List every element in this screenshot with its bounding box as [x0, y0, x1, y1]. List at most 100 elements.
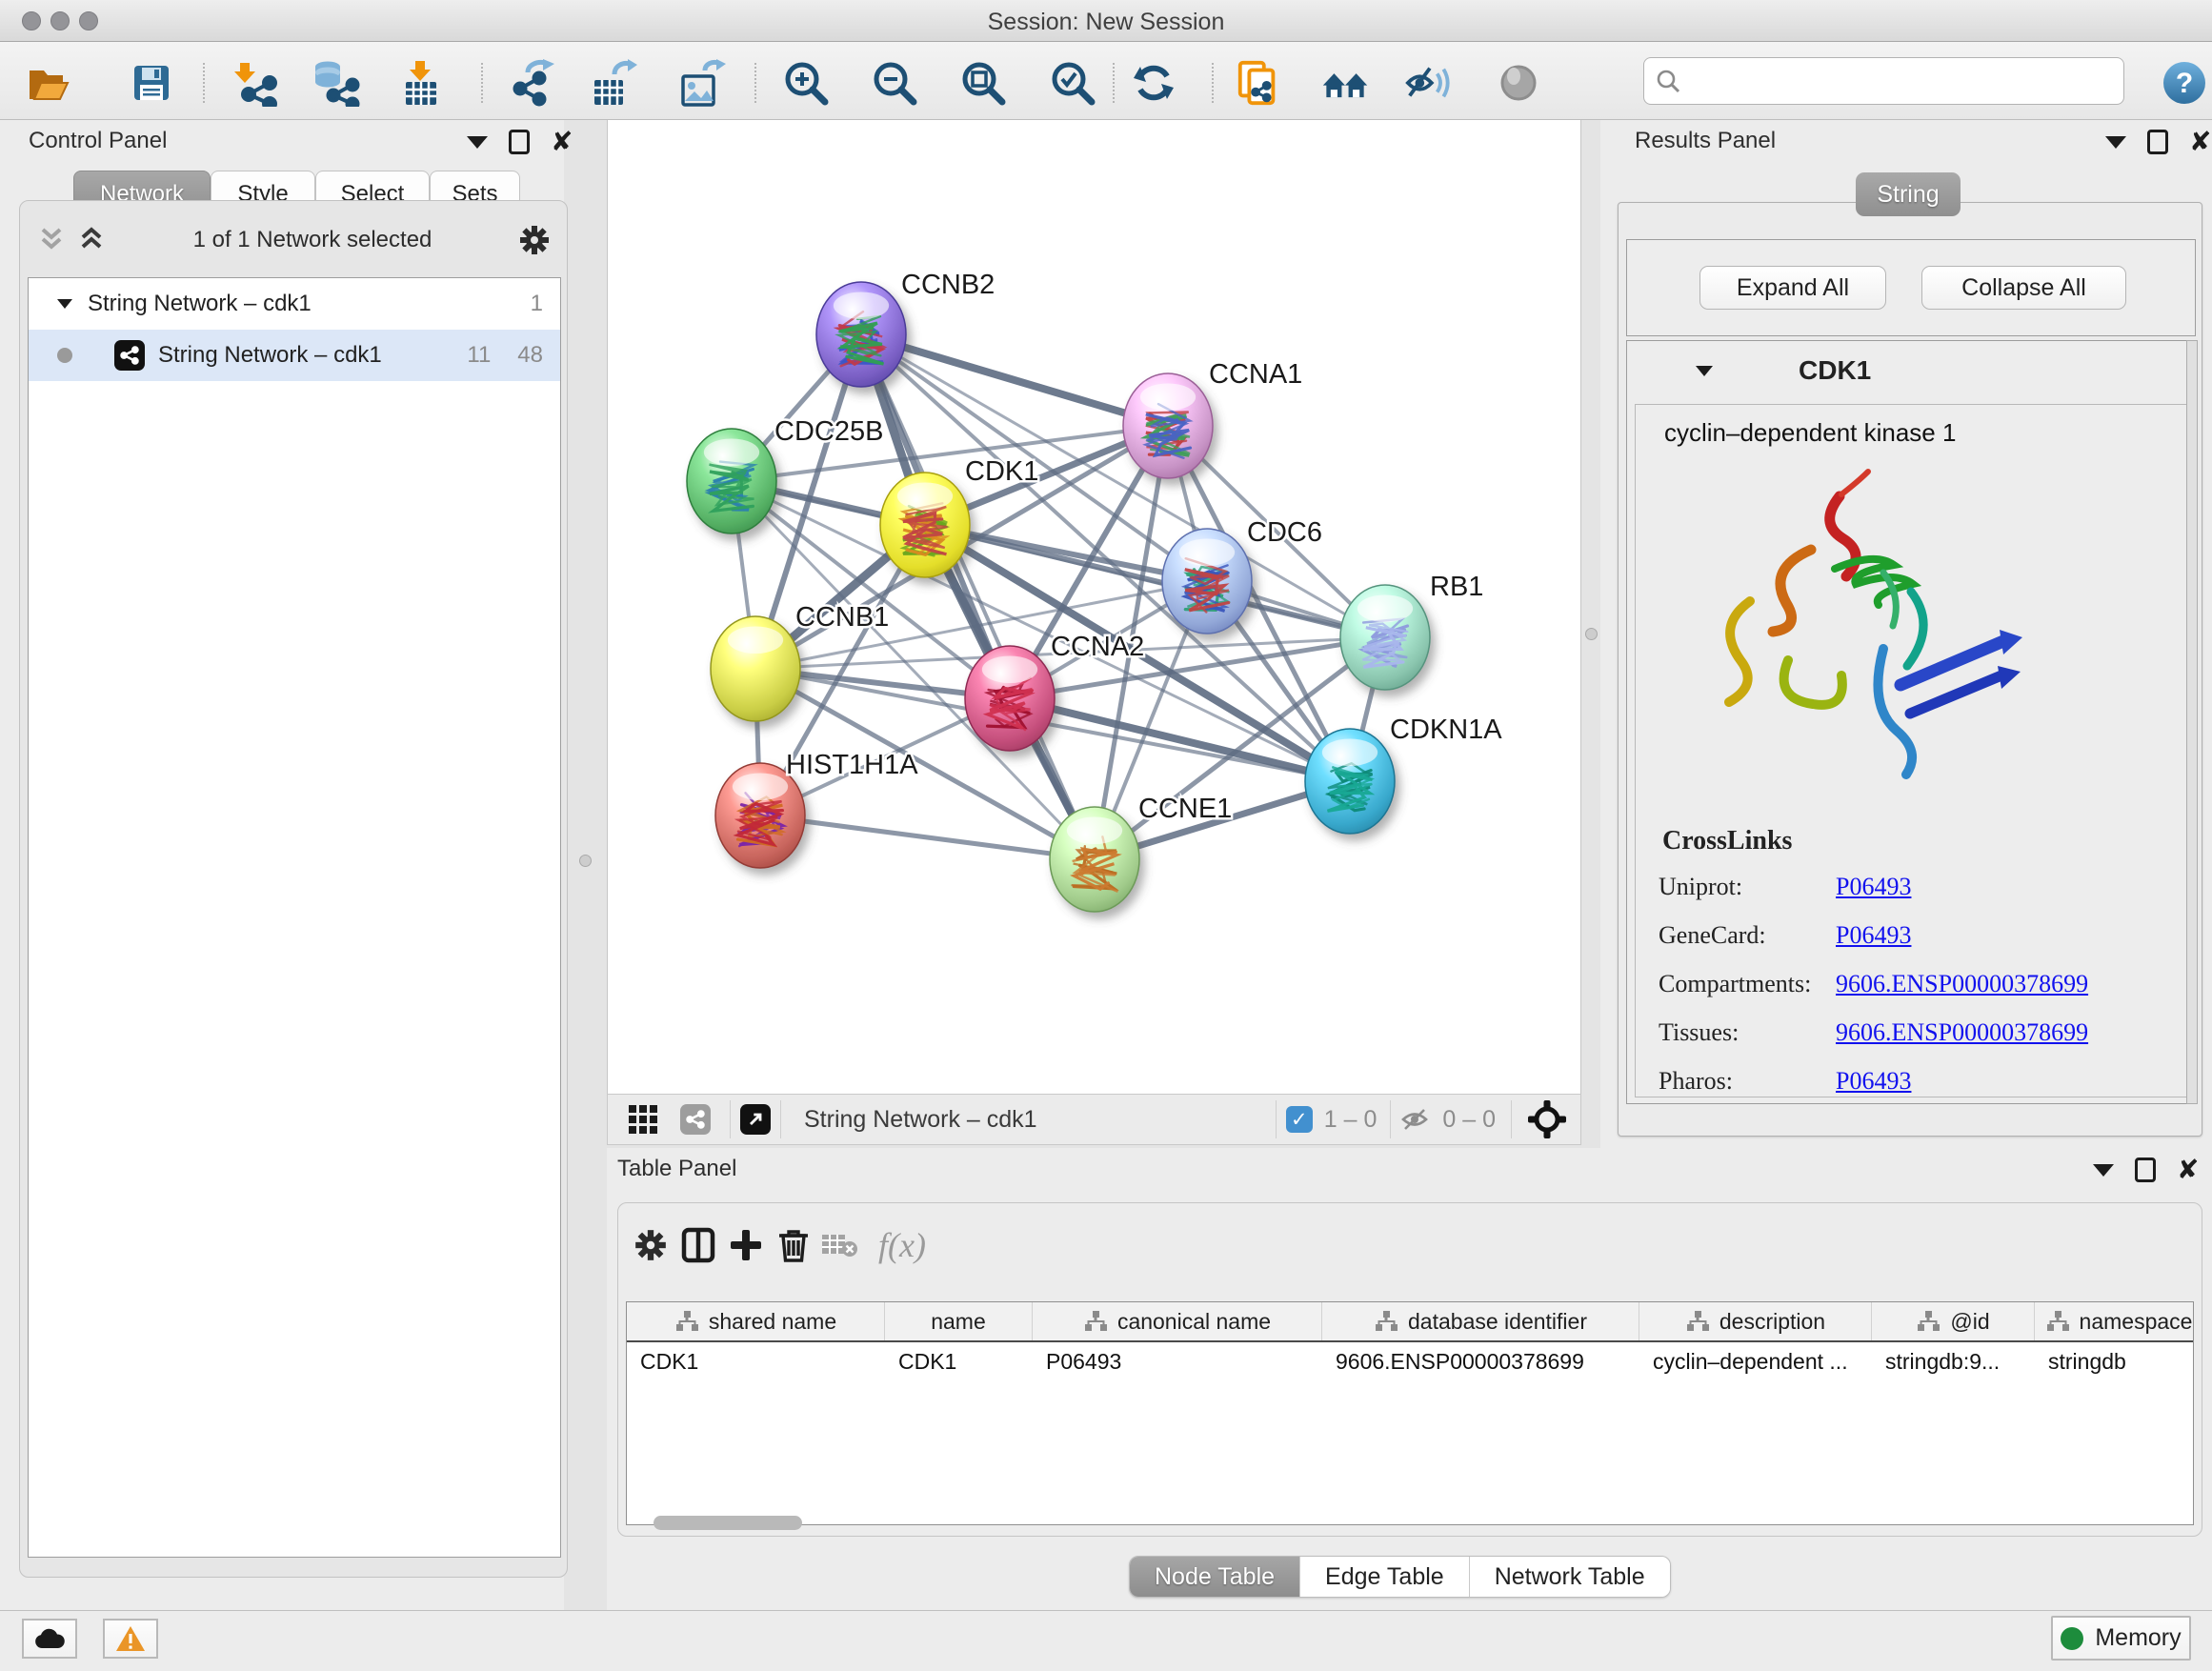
search-input[interactable]	[1690, 68, 2112, 94]
zoom-in-icon[interactable]	[782, 59, 830, 107]
export-table-icon[interactable]	[590, 59, 637, 107]
selected-count-checkbox[interactable]: ✓	[1286, 1106, 1313, 1133]
gene-section-body: cyclin–dependent kinase 1	[1635, 404, 2189, 1097]
fit-content-crosshair-icon[interactable]	[1527, 1099, 1567, 1139]
table-header-row: shared namenamecanonical namedatabase id…	[627, 1302, 2193, 1342]
expand-all-button[interactable]: Expand All	[1699, 266, 1886, 310]
collapse-all-button[interactable]: Collapse All	[1921, 266, 2126, 310]
network-view-mode-icon[interactable]	[680, 1104, 711, 1135]
help-icon[interactable]: ?	[2161, 59, 2208, 107]
column-header-database-identifier[interactable]: database identifier	[1322, 1302, 1639, 1340]
table-horizontal-scrollbar[interactable]	[654, 1516, 802, 1530]
panel-minimize-icon[interactable]	[467, 136, 488, 149]
node-table[interactable]: shared namenamecanonical namedatabase id…	[626, 1301, 2194, 1525]
tree-collection-label: String Network – cdk1	[88, 291, 312, 317]
table-settings-gear-icon[interactable]	[626, 1220, 675, 1270]
zoom-out-icon[interactable]	[871, 59, 918, 107]
save-session-icon[interactable]	[128, 59, 175, 107]
tree-row-network[interactable]: String Network – cdk1 11 48	[29, 330, 560, 381]
panel-close-icon[interactable]: ✘	[2177, 1158, 2199, 1182]
warnings-button[interactable]	[103, 1619, 158, 1659]
network-view-title: String Network – cdk1	[804, 1106, 1037, 1134]
table-cell[interactable]: P06493	[1033, 1342, 1322, 1380]
refresh-icon[interactable]	[1130, 59, 1177, 107]
panel-close-icon[interactable]: ✘	[2189, 130, 2211, 154]
show-columns-icon[interactable]	[674, 1220, 723, 1270]
column-header--id[interactable]: @id	[1872, 1302, 2035, 1340]
column-header-name[interactable]: name	[885, 1302, 1033, 1340]
search-box[interactable]	[1643, 57, 2124, 105]
zoom-selected-icon[interactable]	[1049, 59, 1096, 107]
warning-icon	[115, 1625, 146, 1652]
hidden-eye-icon	[1400, 1107, 1433, 1132]
results-scrollbar[interactable]	[2186, 340, 2198, 1104]
table-row[interactable]: CDK1CDK1P064939606.ENSP00000378699cyclin…	[627, 1342, 2193, 1380]
tab-network-table[interactable]: Network Table	[1470, 1557, 1670, 1597]
panel-close-icon[interactable]: ✘	[551, 130, 573, 154]
table-cell[interactable]: cyclin–dependent ...	[1639, 1342, 1872, 1380]
tree-expander-icon[interactable]	[55, 296, 74, 312]
cloud-button[interactable]	[22, 1619, 77, 1659]
table-cell[interactable]: 9606.ENSP00000378699	[1322, 1342, 1639, 1380]
crosslink-link[interactable]: 9606.ENSP00000378699	[1836, 1018, 2088, 1047]
tab-string[interactable]: String	[1856, 172, 1961, 216]
birds-eye-view-icon[interactable]	[740, 1104, 771, 1135]
import-network-from-file-icon[interactable]	[231, 59, 279, 107]
zoom-fit-icon[interactable]	[959, 59, 1007, 107]
column-header-canonical-name[interactable]: canonical name	[1033, 1302, 1322, 1340]
panel-minimize-icon[interactable]	[2093, 1164, 2114, 1177]
graph-node-label: CDKN1A	[1390, 715, 1502, 745]
vertical-splitter-handle[interactable]	[1585, 628, 1598, 640]
open-file-icon[interactable]	[24, 59, 71, 107]
graph-node-RB1[interactable]: RB1	[1340, 572, 1483, 690]
table-cell[interactable]: CDK1	[627, 1342, 885, 1380]
panel-minimize-icon[interactable]	[2105, 136, 2126, 149]
section-expander-icon[interactable]	[1694, 363, 1715, 379]
graph-node-HIST1H1A[interactable]: HIST1H1A	[715, 750, 918, 868]
first-neighbors-icon[interactable]	[1321, 59, 1369, 107]
table-cell[interactable]: CDK1	[885, 1342, 1033, 1380]
panel-float-icon[interactable]	[2147, 130, 2168, 154]
vertical-splitter-handle[interactable]	[579, 855, 592, 867]
gene-section-header[interactable]: CDK1	[1627, 341, 2195, 400]
graph-node-CCNB1[interactable]: CCNB1	[711, 602, 889, 721]
column-header-namespace[interactable]: namespace	[2035, 1302, 2194, 1340]
column-header-description[interactable]: description	[1639, 1302, 1872, 1340]
crosslink-link[interactable]: P06493	[1836, 873, 1911, 901]
table-cell[interactable]: stringdb	[2035, 1342, 2194, 1380]
panel-float-icon[interactable]	[509, 130, 530, 154]
network-canvas[interactable]: CCNB2CCNA1CDC25BCDK1CDC6RB1CCNB1CCNA2CDK…	[607, 120, 1581, 1094]
column-header-shared-name[interactable]: shared name	[627, 1302, 885, 1340]
panel-float-icon[interactable]	[2135, 1158, 2156, 1182]
table-cell[interactable]: stringdb:9...	[1872, 1342, 2035, 1380]
export-image-icon[interactable]	[678, 59, 726, 107]
window-title: Session: New Session	[0, 9, 2212, 36]
export-network-icon[interactable]	[509, 59, 556, 107]
tab-edge-table[interactable]: Edge Table	[1300, 1557, 1470, 1597]
clone-network-icon[interactable]	[1235, 59, 1282, 107]
graph-node-CCNA1[interactable]: CCNA1	[1123, 359, 1302, 478]
string-network-graph[interactable]: CCNB2CCNA1CDC25BCDK1CDC6RB1CCNB1CCNA2CDK…	[608, 120, 1582, 1094]
network-edge-count: 48	[517, 342, 543, 369]
graph-node-label: RB1	[1430, 572, 1483, 602]
crosslink-row: Uniprot:P06493	[1636, 862, 2188, 911]
tab-node-table[interactable]: Node Table	[1130, 1557, 1300, 1597]
import-network-from-database-icon[interactable]	[312, 59, 360, 107]
memory-button[interactable]: Memory	[2051, 1616, 2191, 1661]
collapse-all-chevron-icon[interactable]	[35, 226, 68, 254]
gear-icon[interactable]	[517, 223, 552, 257]
expand-all-chevron-icon[interactable]	[75, 226, 108, 254]
grid-view-icon[interactable]	[627, 1103, 659, 1136]
show-all-icon[interactable]	[1495, 59, 1542, 107]
add-column-icon[interactable]	[721, 1220, 771, 1270]
delete-column-icon[interactable]	[769, 1220, 818, 1270]
import-table-from-file-icon[interactable]	[397, 59, 445, 107]
graph-node-label: CDK1	[965, 456, 1038, 487]
graph-node-CDKN1A[interactable]: CDKN1A	[1305, 715, 1502, 834]
tree-row-collection[interactable]: String Network – cdk1 1	[29, 278, 560, 330]
crosslink-link[interactable]: P06493	[1836, 921, 1911, 950]
crosslink-link[interactable]: 9606.ENSP00000378699	[1836, 970, 2088, 998]
graph-node-CCNE1[interactable]: CCNE1	[1050, 794, 1232, 912]
hide-selected-icon[interactable]	[1404, 59, 1452, 107]
crosslink-link[interactable]: P06493	[1836, 1067, 1911, 1096]
